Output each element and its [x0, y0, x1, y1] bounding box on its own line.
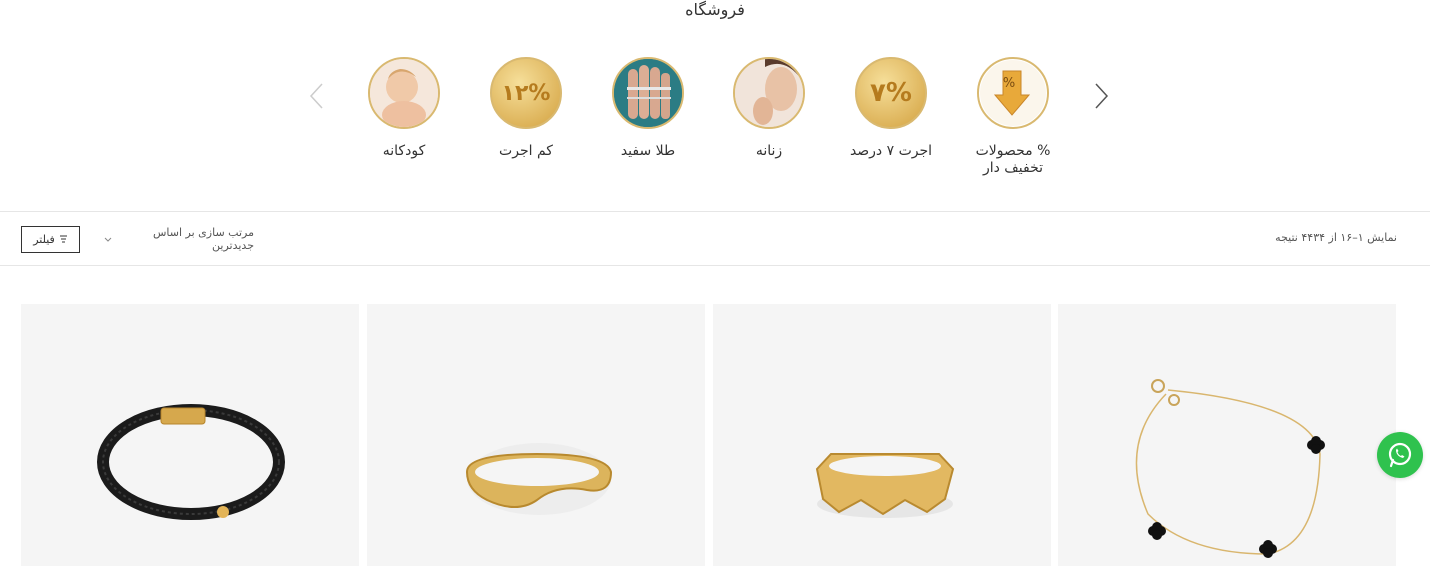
chevron-down-icon — [104, 233, 112, 246]
carousel-next-arrow-icon[interactable] — [1090, 82, 1112, 110]
sort-label: مرتب سازی بر اساس جدیدترین — [153, 226, 254, 252]
carousel-prev-arrow-icon[interactable] — [306, 82, 328, 110]
wavy-ring-icon — [465, 443, 613, 515]
product-card[interactable] — [1058, 304, 1396, 566]
clover-bracelet-icon — [1135, 379, 1325, 558]
category-white-gold[interactable]: طلا سفید — [593, 57, 703, 160]
women-model-icon — [733, 57, 805, 129]
product-card[interactable] — [21, 304, 359, 566]
filter-label: فیلتر — [33, 233, 55, 246]
white-gold-rings-icon — [612, 57, 684, 129]
whatsapp-chat-button[interactable] — [1377, 432, 1423, 478]
category-low-fee[interactable]: ۱۲% کم اجرت — [471, 57, 581, 160]
faceted-ring-icon — [815, 453, 955, 518]
result-count: نمایش ۱–۱۶ از ۴۴۳۴ نتیجه — [1275, 231, 1397, 244]
leather-bracelet-icon — [97, 404, 285, 520]
category-label: طلا سفید — [620, 143, 676, 159]
percent-12-icon: ۱۲% — [490, 57, 562, 129]
product-card[interactable] — [367, 304, 705, 566]
category-discounted-products[interactable]: % % محصولات تخفیف دار — [958, 57, 1068, 177]
percent-7-badge: ۷% — [870, 78, 912, 108]
percent-7-icon: ۷% — [855, 57, 927, 129]
category-label: % محصولات تخفیف دار — [975, 143, 1051, 176]
svg-text:%: % — [1003, 76, 1015, 91]
baby-photo-icon — [368, 57, 440, 129]
page-title: فروشگاه — [685, 0, 745, 19]
category-fee-7-percent[interactable]: ۷% اجرت ۷ درصد — [836, 57, 946, 160]
toolbar-top-divider — [0, 211, 1430, 212]
whatsapp-icon — [1388, 442, 1412, 468]
toolbar-bottom-divider — [0, 265, 1430, 266]
category-kids[interactable]: کودکانه — [349, 57, 459, 160]
category-label: کودکانه — [382, 143, 426, 159]
category-label: اجرت ۷ درصد — [849, 143, 933, 159]
sort-select[interactable]: مرتب سازی بر اساس جدیدترین — [104, 226, 254, 252]
category-carousel: % % محصولات تخفیف دار ۷% اجرت ۷ درصد زنا… — [0, 57, 1430, 197]
percent-12-badge: ۱۲% — [501, 80, 551, 106]
filter-icon — [59, 233, 68, 246]
filter-button[interactable]: فیلتر — [21, 226, 80, 253]
category-label: زنانه — [755, 143, 783, 159]
category-women[interactable]: زنانه — [714, 57, 824, 160]
product-card[interactable] — [713, 304, 1051, 566]
discount-tag-icon: % — [977, 57, 1049, 129]
category-label: کم اجرت — [499, 143, 553, 159]
